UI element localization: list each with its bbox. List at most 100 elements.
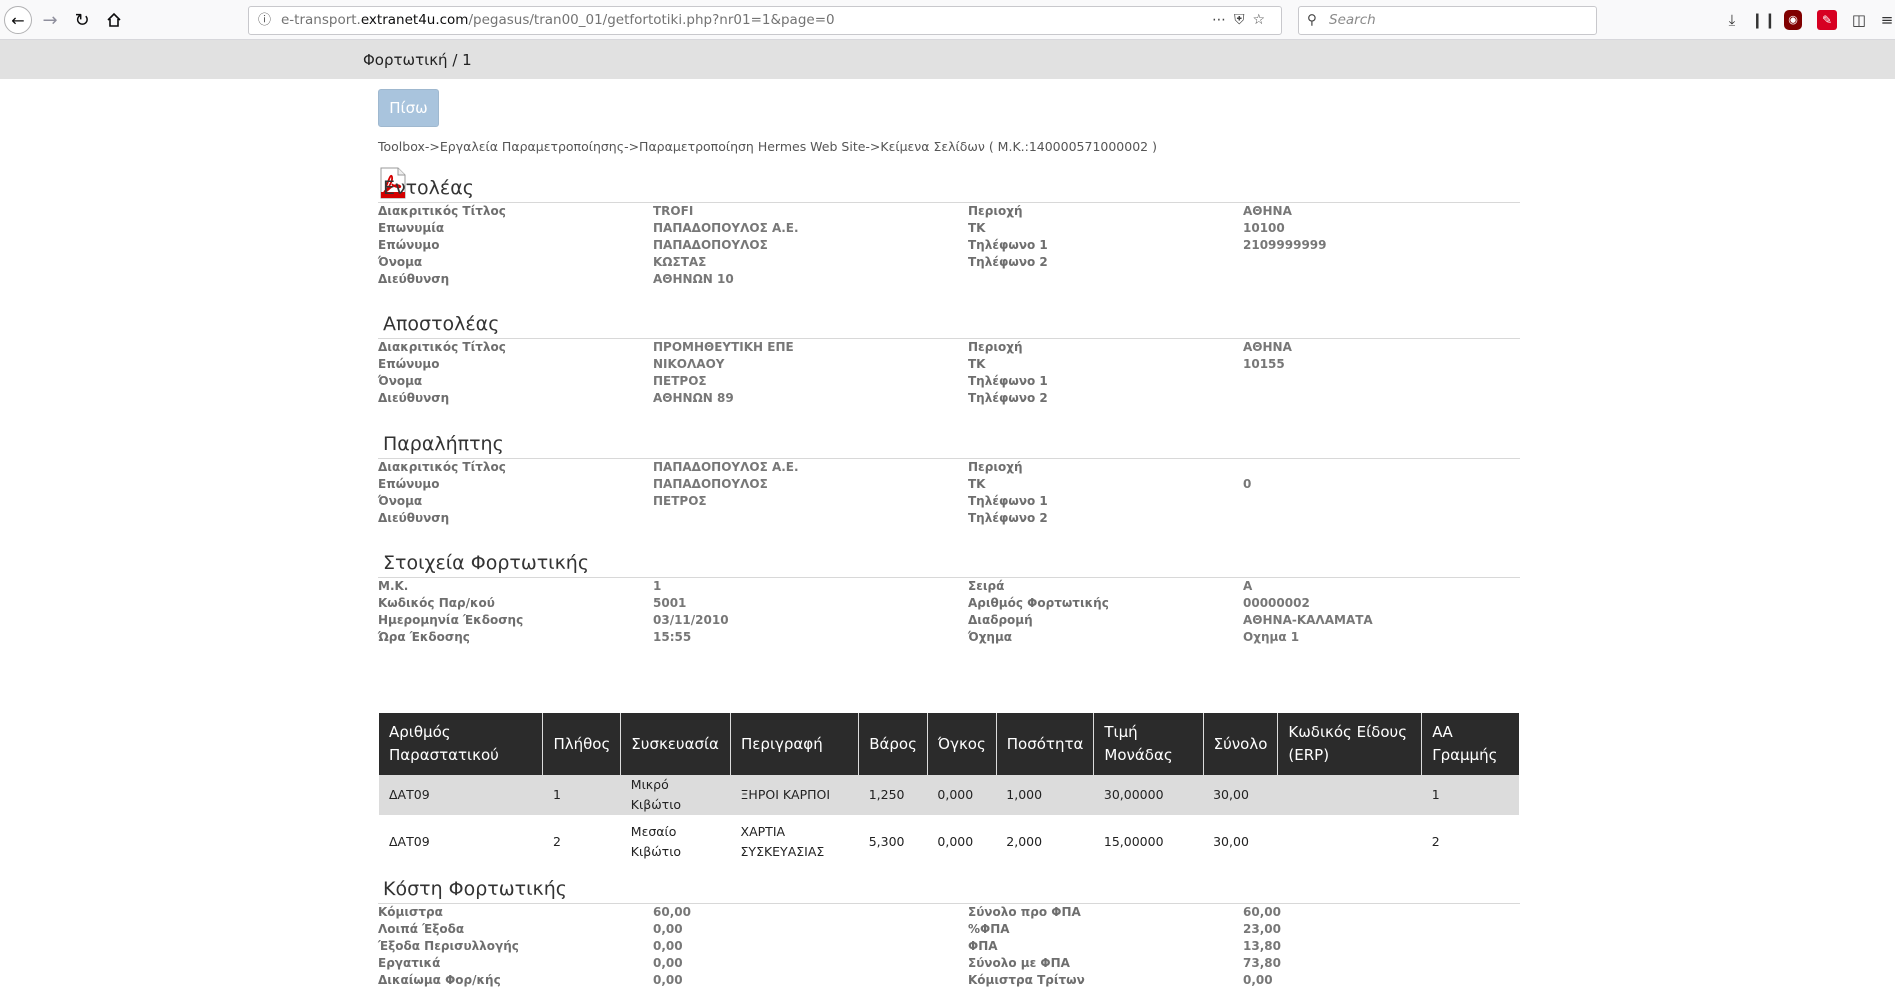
hamburger-menu-icon[interactable]: ≡ — [1876, 9, 1895, 31]
pen-extension-icon[interactable]: ✎ — [1817, 10, 1837, 30]
kv-grid: Διακριτικός Τίτλος ΠΑΠΑΔΟΠΟΥΛΟΣ Α.Ε. Περιο… — [378, 458, 1520, 527]
table-cell: 0,000 — [927, 815, 997, 869]
field-value: 0,00 — [1243, 973, 1273, 987]
page-header: Φορτωτική / 1 — [0, 40, 1895, 79]
field-value: 13,80 — [1243, 939, 1281, 953]
kv-row: Εργατικά 0,00 Σύνολο με ΦΠΑ 73,80 — [378, 955, 1520, 972]
section-title: Κόστη Φορτωτικής — [383, 878, 567, 900]
table-cell: ΧΑΡΤΙΑ ΣΥΣΚΕΥΑΣΙΑΣ — [730, 815, 859, 869]
table-cell: ΞΗΡΟΙ ΚΑΡΠΟΙ — [730, 775, 859, 815]
table-cell: 2 — [1421, 815, 1519, 869]
table-cell: 1,000 — [996, 775, 1094, 815]
field-value: 0,00 — [653, 973, 683, 987]
field-value: 15:55 — [653, 630, 692, 644]
search-placeholder: Search — [1329, 12, 1376, 28]
pocket-icon[interactable]: ⛨ — [1234, 12, 1253, 28]
kv-row: Επώνυμο ΠΑΠΑΔΟΠΟΥΛΟΣ Τηλέφωνο 1 2109999999 — [378, 237, 1520, 254]
field-label: ΤΚ — [968, 477, 986, 491]
table-row: ΔΑΤ09 2 Μεσαίο Κιβώτιο ΧΑΡΤΙΑ ΣΥΣΚΕΥΑΣΙΑ… — [379, 815, 1519, 869]
section-stoixeia: Στοιχεία Φορτωτικής Μ.Κ. 1 Σειρά Α Κωδικός … — [378, 550, 1520, 646]
reload-icon[interactable]: ↻ — [68, 6, 96, 34]
kv-grid: Κόμιστρα 60,00 Σύνολο προ ΦΠΑ 60,00 Λοιπά Έ… — [378, 903, 1520, 989]
field-value: 5001 — [653, 596, 687, 610]
table-cell: 1 — [1421, 775, 1519, 815]
field-label: Επώνυμο — [378, 238, 440, 252]
back-button[interactable]: Πίσω — [378, 89, 439, 127]
library-icon[interactable]: ❙❙ — [1751, 9, 1776, 31]
field-label: Ώρα Έκδοσης — [378, 630, 470, 644]
kv-row: Μ.Κ. 1 Σειρά Α — [378, 578, 1520, 595]
back-arrow-icon[interactable]: ← — [4, 6, 32, 34]
field-label: Κόμιστρα — [378, 905, 443, 919]
kv-row: Διεύθυνση ΑΘΗΝΩΝ 10 — [378, 271, 1520, 288]
sidebar-icon[interactable]: ◫ — [1848, 9, 1870, 31]
field-label: %ΦΠΑ — [968, 922, 1010, 936]
kv-grid: Διακριτικός Τίτλος ΠΡΟΜΗΘΕΥΤΙΚΗ ΕΠΕ Περιοχ… — [378, 338, 1520, 407]
table-cell: 1 — [542, 775, 621, 815]
col-header: ΑΑ Γραμμής — [1421, 713, 1519, 775]
table-cell: 0,000 — [927, 775, 997, 815]
more-icon[interactable]: ⋯ — [1212, 12, 1234, 28]
kv-grid: Διακριτικός Τίτλος TROFI Περιοχή ΑΘΗΝΑ Επων… — [378, 202, 1520, 288]
forward-arrow-icon[interactable]: → — [36, 6, 64, 34]
field-label: Τηλέφωνο 1 — [968, 494, 1048, 508]
field-label: Μ.Κ. — [378, 579, 409, 593]
url-bar[interactable]: ⓘ e-transport.extranet4u.com/pegasus/tra… — [248, 6, 1282, 35]
field-value: 0,00 — [653, 939, 683, 953]
items-table: Αριθμός Παραστατικού Πλήθος Συσκευασία Π… — [379, 713, 1519, 869]
field-label: Τηλέφωνο 1 — [968, 238, 1048, 252]
field-label: Επωνυμία — [378, 221, 445, 235]
home-icon[interactable] — [100, 6, 128, 34]
breadcrumb: Toolbox->Εργαλεία Παραμετροποίησης->Παρα… — [378, 139, 1157, 154]
col-header: Τιμή Μονάδας — [1093, 713, 1204, 775]
col-header: Πλήθος — [542, 713, 622, 775]
kv-row: Διακριτικός Τίτλος ΠΡΟΜΗΘΕΥΤΙΚΗ ΕΠΕ Περιοχ… — [378, 339, 1520, 356]
field-label: Δικαίωμα Φορ/κής — [378, 973, 501, 987]
field-label: Τηλέφωνο 1 — [968, 374, 1048, 388]
field-value: ΑΘΗΝΩΝ 10 — [653, 272, 734, 286]
ublock-icon[interactable]: ◉ — [1784, 10, 1802, 30]
kv-row: Όνομα ΚΩΣΤΑΣ Τηλέφωνο 2 — [378, 254, 1520, 271]
field-label: Διεύθυνση — [378, 391, 450, 405]
table-cell: ΔΑΤ09 — [379, 815, 543, 869]
section-entoleas: Εντολέας Διακριτικός Τίτλος TROFI Περιοχή Α… — [378, 175, 1520, 288]
info-icon[interactable]: ⓘ — [258, 7, 271, 34]
star-icon[interactable]: ☆ — [1252, 12, 1273, 28]
table-cell: Μεσαίο Κιβώτιο — [620, 815, 731, 869]
field-value: ΝΙΚΟΛΑΟΥ — [653, 357, 725, 371]
browser-toolbar: ← → ↻ ⓘ e-transport.extranet4u.com/pegas… — [0, 0, 1895, 40]
table-cell: 1,250 — [858, 775, 928, 815]
col-header: Αριθμός Παραστατικού — [379, 713, 544, 775]
field-label: Κόμιστρα Τρίτων — [968, 973, 1085, 987]
page-actions: ⋯⛨☆ — [1212, 7, 1273, 34]
field-label: Διακριτικός Τίτλος — [378, 340, 506, 354]
section-title: Στοιχεία Φορτωτικής — [383, 552, 589, 574]
field-label: Τηλέφωνο 2 — [968, 255, 1048, 269]
field-value: TROFI — [653, 204, 694, 218]
table-cell — [1277, 775, 1422, 815]
field-value: 10100 — [1243, 221, 1285, 235]
field-label: Λοιπά Έξοδα — [378, 922, 465, 936]
kv-row: Δικαίωμα Φορ/κής 0,00 Κόμιστρα Τρίτων 0,00 — [378, 972, 1520, 989]
field-value: ΠΑΠΑΔΟΠΟΥΛΟΣ Α.Ε. — [653, 460, 799, 474]
col-header: Ποσότητα — [996, 713, 1095, 775]
field-value: ΠΑΠΑΔΟΠΟΥΛΟΣ — [653, 477, 768, 491]
field-value: 10155 — [1243, 357, 1285, 371]
section-kosti: Κόστη Φορτωτικής Κόμιστρα 60,00 Σύνολο προ… — [378, 876, 1520, 989]
kv-row: Κόμιστρα 60,00 Σύνολο προ ΦΠΑ 60,00 — [378, 904, 1520, 921]
field-value: 2109999999 — [1243, 238, 1327, 252]
kv-row: Διεύθυνση ΑΘΗΝΩΝ 89 Τηλέφωνο 2 — [378, 390, 1520, 407]
search-input[interactable]: ⚲ Search — [1298, 6, 1597, 35]
field-value: ΑΘΗΝΩΝ 89 — [653, 391, 734, 405]
field-label: Περιοχή — [968, 340, 1023, 354]
field-label: Όχημα — [968, 630, 1013, 644]
field-value: 0 — [1243, 477, 1252, 491]
download-icon[interactable]: ⤓ — [1721, 9, 1743, 31]
field-label: ΦΠΑ — [968, 939, 998, 953]
field-value: ΚΩΣΤΑΣ — [653, 255, 707, 269]
field-value: ΠΕΤΡΟΣ — [653, 374, 707, 388]
search-icon: ⚲ — [1307, 12, 1317, 28]
table-cell: 2 — [542, 815, 621, 869]
field-label: Διακριτικός Τίτλος — [378, 460, 506, 474]
field-label: Τηλέφωνο 2 — [968, 391, 1048, 405]
